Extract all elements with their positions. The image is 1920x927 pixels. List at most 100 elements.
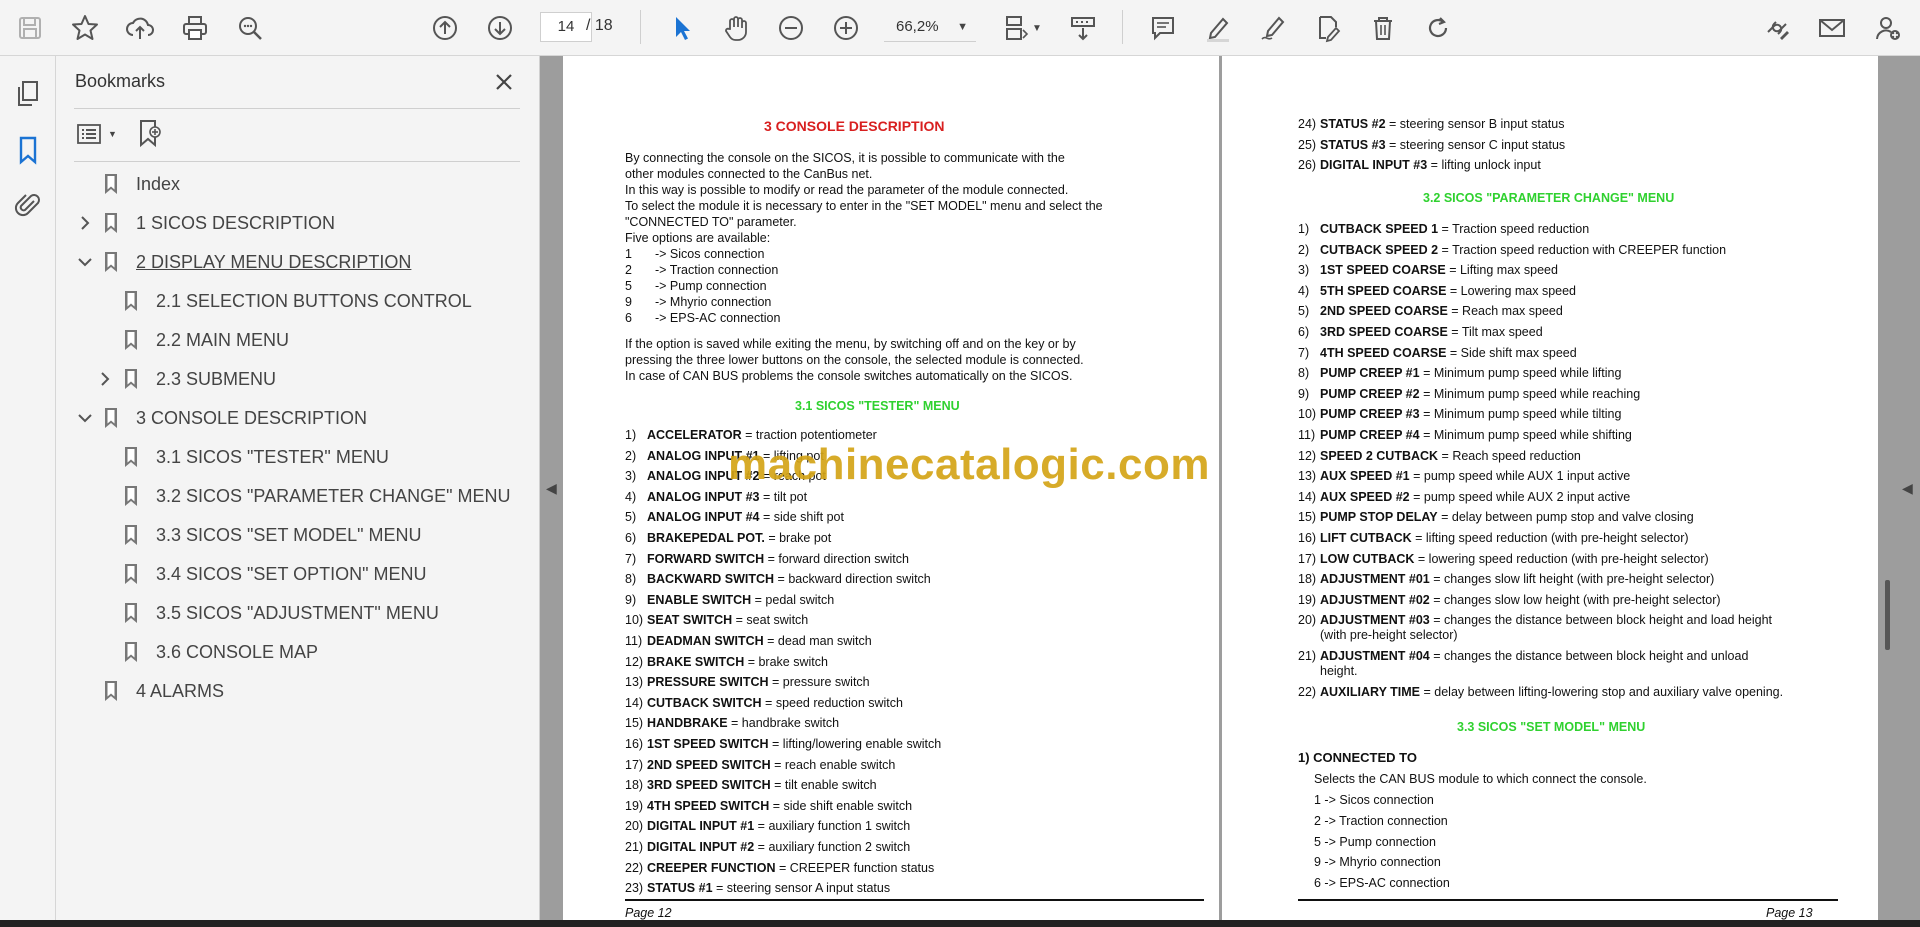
bookmark-options-button[interactable]: ▼ [76, 118, 124, 150]
intro-line: "CONNECTED TO" parameter. [625, 215, 797, 229]
scrolling-mode-icon[interactable] [1063, 8, 1103, 48]
bookmark-item-display-menu-description[interactable]: 2 DISPLAY MENU DESCRIPTION [74, 246, 411, 278]
bookmark-item-adjustment-menu[interactable]: 3.5 SICOS "ADJUSTMENT" MENU [94, 597, 439, 629]
bookmark-item-alarms[interactable]: 4 ALARMS [74, 675, 224, 707]
item-description: = tilt enable switch [770, 778, 877, 793]
tester-item: 11) DEADMAN SWITCH = dead man switch [625, 634, 872, 648]
chevron-down-icon[interactable]: ▼ [1032, 23, 1042, 34]
cloud-upload-icon[interactable] [120, 8, 160, 48]
bookmark-icon [120, 601, 142, 625]
bookmark-item-main-menu[interactable]: 2.2 MAIN MENU [94, 324, 289, 356]
bookmark-item-console-description[interactable]: 3 CONSOLE DESCRIPTION [74, 402, 367, 434]
item-description: = delay between lifting-lowering stop an… [1420, 685, 1784, 700]
bookmark-item-set-option-menu[interactable]: 3.4 SICOS "SET OPTION" MENU [94, 558, 427, 590]
item-description: = Minimum pump speed while tilting [1419, 407, 1622, 422]
bookmark-item-index[interactable]: Index [74, 168, 180, 200]
item-number: 11) [1298, 428, 1316, 442]
item-description: = lifting speed reduction (with pre-heig… [1411, 531, 1689, 545]
item-number: 14) [1298, 489, 1317, 504]
bookmarks-panel-icon[interactable] [10, 132, 46, 168]
delete-icon[interactable] [1363, 8, 1403, 48]
chevron-down-icon[interactable] [74, 251, 96, 273]
link-edit-icon[interactable] [1757, 8, 1797, 48]
add-user-icon[interactable] [1868, 8, 1908, 48]
item-number: 2) [1298, 242, 1310, 257]
item-number: 22) [1298, 685, 1317, 700]
previous-page-icon[interactable] [425, 8, 465, 48]
draw-signature-icon[interactable] [1253, 8, 1293, 48]
bookmark-star-icon[interactable] [65, 8, 105, 48]
parameter-item: 3) 1ST SPEED COARSE = Lifting max speed [1298, 263, 1558, 277]
bookmark-item-set-model-menu[interactable]: 3.3 SICOS "SET MODEL" MENU [94, 519, 422, 551]
print-icon[interactable] [175, 8, 215, 48]
next-page-icon[interactable] [480, 8, 520, 48]
select-cursor-icon[interactable] [662, 8, 702, 48]
bookmark-icon [120, 523, 142, 547]
new-bookmark-button[interactable] [136, 118, 168, 150]
find-icon[interactable] [230, 8, 270, 48]
bookmark-item-tester-menu[interactable]: 3.1 SICOS "TESTER" MENU [94, 441, 389, 473]
tester-item: 6) BRAKEPEDAL POT. = brake pot [625, 531, 831, 545]
bookmark-item-submenu[interactable]: 2.3 SUBMENU [94, 363, 276, 395]
item-term: ADJUSTMENT #03 [1320, 613, 1430, 628]
bookmark-icon [120, 289, 142, 313]
item-number: 6) [1298, 325, 1310, 339]
page-display-icon[interactable] [996, 8, 1036, 48]
item-number: 7) [625, 551, 637, 566]
chevron-right-icon[interactable] [94, 368, 116, 390]
option-text: -> Traction connection [655, 263, 779, 277]
parameter-item: 7) 4TH SPEED COARSE = Side shift max spee… [1298, 346, 1577, 360]
zoom-in-icon[interactable] [826, 8, 866, 48]
item-description: = changes slow lift height (with pre-hei… [1429, 572, 1715, 587]
item-description: = Side shift max speed [1446, 345, 1577, 360]
item-description: = seat switch [732, 613, 809, 628]
parameter-item: 15) PUMP STOP DELAY = delay between pump … [1298, 510, 1694, 524]
bookmark-item-parameter-change-menu[interactable]: 3.2 SICOS "PARAMETER CHANGE" MENU [94, 480, 511, 512]
toolbar-divider [1122, 10, 1123, 44]
bookmark-item-sicos-description[interactable]: 1 SICOS DESCRIPTION [74, 207, 335, 239]
item-number: 3) [1298, 263, 1310, 278]
item-term: ENABLE SWITCH [647, 592, 752, 607]
chevron-right-icon[interactable] [74, 212, 96, 234]
zoom-out-icon[interactable] [771, 8, 811, 48]
item-number: 1) [625, 428, 637, 442]
item-number: 2) [625, 448, 637, 463]
pdf-page-13: 24) STATUS #2 = steering sensor B input s… [1222, 56, 1878, 920]
email-icon[interactable] [1812, 8, 1852, 48]
item-term: 5TH SPEED COARSE [1320, 283, 1447, 298]
item-number: 16) [625, 737, 644, 751]
stamp-edit-icon[interactable] [1308, 8, 1348, 48]
chevron-down-icon[interactable] [74, 407, 96, 429]
item-number: 9) [625, 592, 637, 607]
item-term: PRESSURE SWITCH [647, 675, 769, 690]
comment-icon[interactable] [1143, 8, 1183, 48]
item-number: 24) [1298, 117, 1317, 131]
item-description: = side shift pot [759, 510, 844, 525]
bookmark-item-console-map[interactable]: 3.6 CONSOLE MAP [94, 636, 318, 668]
item-term: ANALOG INPUT #4 [647, 510, 760, 525]
attachments-icon[interactable] [10, 186, 46, 222]
highlight-pen-icon[interactable] [1198, 8, 1238, 48]
item-term: PUMP CREEP #4 [1320, 428, 1420, 442]
rotate-icon[interactable] [1418, 8, 1458, 48]
save-icon[interactable] [10, 8, 50, 48]
item-description: = Minimum pump speed while lifting [1419, 366, 1622, 381]
item-term: ANALOG INPUT #3 [647, 489, 760, 504]
page-thumbnails-icon[interactable] [10, 76, 46, 112]
expand-right-panel-icon[interactable]: ◀ [1902, 480, 1913, 497]
page-number-input[interactable]: 14 [540, 12, 592, 42]
collapse-left-panel-icon[interactable]: ◀ [546, 480, 557, 497]
item-term: FORWARD SWITCH [647, 551, 765, 566]
close-icon[interactable] [490, 68, 518, 96]
item-description: = dead man switch [763, 634, 872, 648]
tester-item: 23) STATUS #1 = steering sensor A input s… [625, 881, 890, 895]
bookmark-item-selection-buttons-control[interactable]: 2.1 SELECTION BUTTONS CONTROL [94, 285, 472, 317]
item-number: 12) [1298, 448, 1317, 463]
hand-tool-icon[interactable] [716, 8, 756, 48]
option-number: 5 [625, 279, 632, 293]
item-term: 1ST SPEED SWITCH [647, 737, 769, 751]
tester-item: 21) DIGITAL INPUT #2 = auxiliary function… [625, 840, 910, 854]
intro-line: In this way is possible to modify or rea… [625, 183, 1069, 197]
vertical-scrollbar[interactable] [1885, 580, 1890, 650]
zoom-level-select[interactable]: 66,2% ▼ [884, 12, 976, 42]
